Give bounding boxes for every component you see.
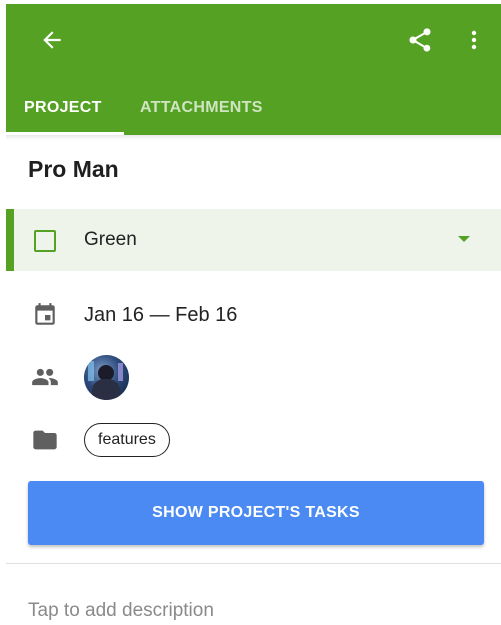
app-bar: PROJECT ATTACHMENTS bbox=[6, 4, 501, 135]
project-title[interactable]: Pro Man bbox=[28, 156, 119, 183]
share-button[interactable] bbox=[404, 24, 436, 56]
share-icon bbox=[409, 28, 431, 52]
description-field[interactable]: Tap to add description bbox=[28, 600, 214, 622]
tab-bar: PROJECT ATTACHMENTS bbox=[6, 84, 501, 135]
arrow-left-icon bbox=[43, 31, 61, 49]
show-tasks-button[interactable]: SHOW PROJECT'S TASKS bbox=[28, 481, 484, 545]
calendar-icon bbox=[30, 300, 60, 330]
people-icon bbox=[30, 362, 60, 392]
more-options-button[interactable] bbox=[462, 24, 486, 56]
color-selector[interactable]: Green bbox=[6, 209, 501, 271]
member-avatar[interactable] bbox=[84, 355, 129, 400]
more-vertical-icon bbox=[471, 30, 477, 50]
divider bbox=[6, 563, 501, 564]
dropdown-arrow-icon[interactable] bbox=[458, 236, 470, 242]
tab-attachments[interactable]: ATTACHMENTS bbox=[140, 84, 263, 132]
appbar-shadow bbox=[6, 135, 501, 140]
color-accent-bar bbox=[6, 209, 14, 271]
tab-project[interactable]: PROJECT bbox=[24, 84, 102, 132]
color-label: Green bbox=[84, 229, 137, 250]
avatar-decoration bbox=[118, 363, 123, 381]
color-swatch-icon bbox=[34, 230, 56, 252]
project-dates[interactable]: Jan 16 — Feb 16 bbox=[84, 304, 237, 327]
folder-icon bbox=[30, 425, 60, 455]
avatar-decoration bbox=[92, 379, 120, 400]
avatar-decoration bbox=[88, 361, 94, 381]
back-button[interactable] bbox=[36, 24, 68, 56]
tag-chip[interactable]: features bbox=[84, 423, 170, 457]
